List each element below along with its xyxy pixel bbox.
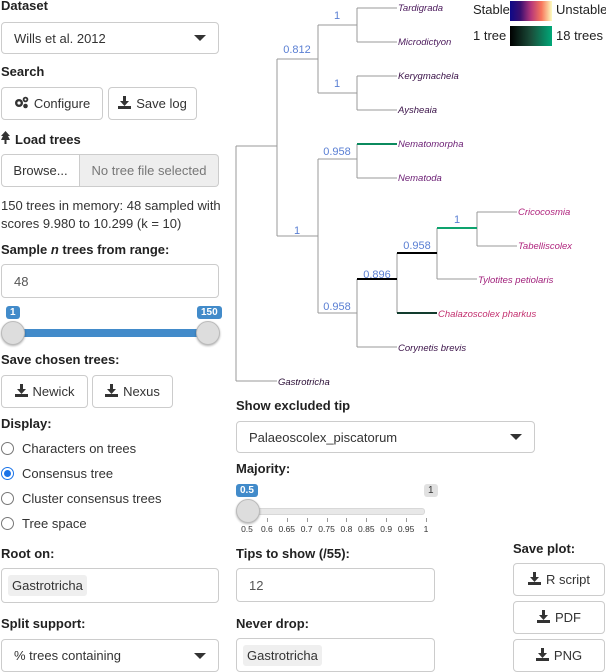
root-edge (235, 145, 277, 382)
support-label: 1 (334, 78, 340, 90)
majority-tick-mark (286, 518, 288, 522)
split-support-select[interactable]: % trees containing (1, 639, 219, 672)
majority-tick-mark (306, 518, 308, 522)
root-on-input[interactable]: Gastrotricha (1, 568, 219, 603)
majority-handle[interactable] (236, 499, 260, 523)
tip-label: Cricocosmia (518, 207, 570, 218)
root-on-label: Root on: (1, 546, 55, 561)
show-excluded-tip-label: Show excluded tip (236, 398, 351, 413)
legend-unstable-label: Unstable (556, 2, 606, 17)
support-label: 1 (334, 10, 340, 22)
ingroup-edge (276, 58, 318, 237)
tip-label: Chalazoscolex pharkus (438, 309, 536, 320)
majority-tick-mark (366, 518, 368, 522)
tip-label: Corynetis brevis (398, 343, 466, 354)
download-icon (535, 647, 549, 664)
excluded-tip-value: Palaeoscolex_piscatorum (249, 429, 398, 445)
majority-tick-label: 1 (423, 524, 429, 534)
support-label: 0.958 (403, 240, 431, 252)
tip-label: Tabelliscolex (518, 241, 573, 252)
save-r-script-button[interactable]: R script (513, 563, 605, 596)
tardigrada-clade-edge (356, 7, 397, 43)
support-label: 0.958 (323, 146, 351, 158)
tip-label: Tylotites petiolaris (478, 275, 554, 286)
majority-tick-mark (386, 518, 388, 522)
legend-eighteen-trees-label: 18 trees (556, 28, 603, 43)
majority-max-badge: 1 (424, 484, 438, 497)
support-label: 1 (454, 214, 460, 226)
majority-slider[interactable]: 0.5 1 0.5 0.6 0.65 0.7 0.75 0.8 0.85 0.9 0.95 1 (236, 482, 438, 538)
radio-button[interactable] (1, 442, 14, 455)
never-drop-tag[interactable]: Gastrotricha (243, 644, 322, 666)
tip-label: Aysheaia (397, 105, 437, 116)
radio-button[interactable] (1, 517, 14, 530)
majority-label: Majority: (236, 461, 291, 476)
majority-tick-mark (326, 518, 328, 522)
chevron-down-icon (510, 434, 522, 440)
split-support-value: % trees containing (14, 648, 121, 663)
tree-edges (235, 7, 517, 382)
legend-one-tree-label: 1 tree (473, 28, 506, 43)
download-icon (527, 571, 541, 588)
legend-stable-label: Stable (473, 2, 510, 17)
tree-count-gradient (510, 26, 552, 46)
highlighted-edges (357, 143, 477, 314)
majority-track (247, 508, 425, 515)
support-label: 0.896 (363, 269, 391, 281)
kerygmachela-clade-edge (356, 75, 397, 111)
never-drop-input[interactable]: Gastrotricha (236, 638, 435, 672)
excluded-tip-select[interactable]: Palaeoscolex_piscatorum (236, 421, 535, 453)
radio-button[interactable] (1, 492, 14, 505)
support-label: 1 (294, 225, 300, 237)
scalidophora-edge (356, 279, 397, 348)
majority-ticks: 0.5 0.6 0.65 0.7 0.75 0.8 0.85 0.9 0.95 1 (236, 518, 436, 538)
save-plot-label: Save plot: (513, 541, 576, 556)
display-radio-group: Characters on trees Consensus tree Clust… (1, 436, 226, 536)
save-png-button[interactable]: PNG (513, 639, 605, 672)
cycloneuralia-edge (317, 158, 357, 314)
save-pdf-button[interactable]: PDF (513, 601, 605, 634)
majority-tick-mark (426, 518, 427, 522)
support-label: 0.958 (323, 301, 351, 313)
tip-label: Microdictyon (398, 37, 451, 48)
tip-label: Kerygmachela (398, 71, 459, 82)
tip-label: Nematomorpha (398, 139, 463, 150)
consensus-tree-plot: Stable Unstable 1 tree 18 trees 1 0.812 … (235, 1, 606, 388)
display-option-consensus[interactable]: Consensus tree (1, 461, 226, 486)
tip-label: Gastrotricha (278, 377, 330, 388)
never-drop-label: Never drop: (236, 616, 309, 631)
tips-to-show-input[interactable]: 12 (236, 568, 435, 602)
display-option-cluster[interactable]: Cluster consensus trees (1, 486, 226, 511)
tip-label: Tardigrada (398, 3, 443, 14)
r-script-button-label: R script (545, 572, 591, 587)
tips-to-show-label: Tips to show (/55): (236, 546, 350, 561)
split-support-label: Split support: (1, 616, 86, 631)
stability-legend: Stable Unstable 1 tree 18 trees (473, 1, 606, 46)
nematoida-edge (356, 144, 397, 179)
cricocosmia-tabelliscolex-edge (476, 211, 517, 247)
tip-label: Nematoda (398, 173, 442, 184)
pdf-button-label: PDF (555, 610, 581, 625)
display-option-tree-space[interactable]: Tree space (1, 511, 226, 536)
support-label: 0.812 (283, 44, 311, 56)
display-option-characters[interactable]: Characters on trees (1, 436, 226, 461)
majority-tick-mark (346, 518, 348, 522)
majority-tick-mark (266, 518, 268, 522)
support-values: 1 0.812 1 0.958 1 1 0.958 0.896 0.958 (283, 10, 460, 313)
cricocosmia-clade-edge (436, 228, 477, 280)
tip-labels: Tardigrada Microdictyon Kerygmachela Ays… (278, 3, 573, 388)
png-button-label: PNG (553, 648, 583, 663)
majority-value-badge: 0.5 (236, 484, 258, 497)
stability-gradient (510, 1, 552, 21)
chevron-down-icon (194, 652, 206, 659)
radio-button-selected[interactable] (1, 467, 14, 480)
display-label: Display: (1, 416, 52, 431)
majority-tick-mark (406, 518, 408, 522)
download-icon (537, 609, 550, 626)
root-on-tag[interactable]: Gastrotricha (8, 575, 87, 596)
